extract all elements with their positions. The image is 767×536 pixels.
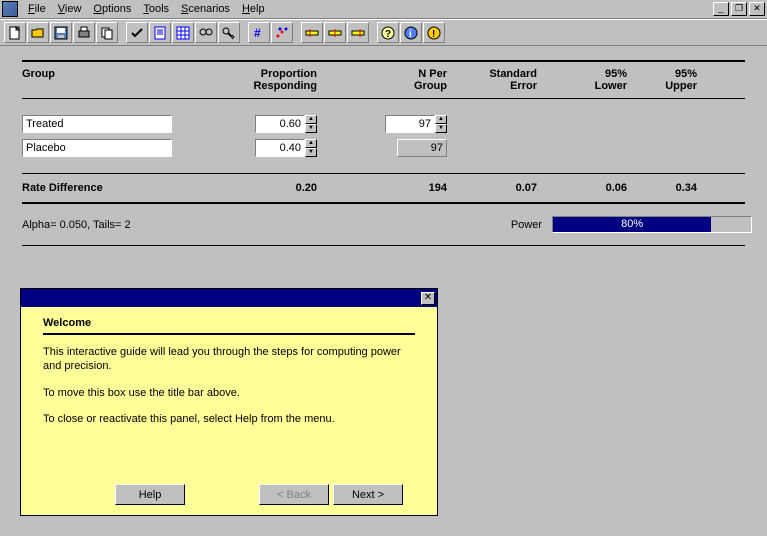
- col-nper: N PerGroup: [317, 68, 447, 92]
- welcome-panel: ✕ Welcome This interactive guide will le…: [20, 288, 438, 516]
- spin-down-icon[interactable]: ▼: [305, 124, 317, 133]
- copy-icon[interactable]: [96, 22, 118, 43]
- welcome-buttons: Help < Back Next >: [21, 484, 437, 505]
- hash-icon[interactable]: #: [248, 22, 270, 43]
- window-buttons: _ ❐ ✕: [711, 2, 765, 16]
- svg-text:?: ?: [385, 29, 391, 40]
- menu-tools[interactable]: Tools: [137, 1, 175, 17]
- svg-text:i: i: [409, 29, 412, 40]
- back-button[interactable]: < Back: [259, 484, 329, 505]
- welcome-titlebar[interactable]: ✕: [21, 289, 437, 307]
- data-table: Group ProportionResponding N PerGroup St…: [22, 60, 745, 246]
- proportion-spinner[interactable]: ▲▼: [305, 139, 317, 157]
- page-icon[interactable]: [149, 22, 171, 43]
- n-readonly: [397, 139, 447, 157]
- info-icon[interactable]: i: [400, 22, 422, 43]
- summary-row: Rate Difference 0.20 194 0.07 0.06 0.34: [22, 173, 745, 204]
- alpha-label: Alpha= 0.050, Tails= 2: [22, 219, 272, 231]
- spin-down-icon[interactable]: ▼: [435, 124, 447, 133]
- close-icon[interactable]: ✕: [421, 292, 435, 305]
- help-icon[interactable]: ?: [377, 22, 399, 43]
- restore-button[interactable]: ❐: [731, 2, 747, 16]
- group-name-input[interactable]: [22, 139, 172, 157]
- summary-upper: 0.34: [627, 182, 697, 194]
- table-row: ▲▼ ▲▼: [22, 115, 745, 133]
- n-spinner[interactable]: ▲▼: [435, 115, 447, 133]
- welcome-text: This interactive guide will lead you thr…: [43, 345, 415, 374]
- menu-bar: File View Options Tools Scenarios Help _…: [0, 0, 767, 19]
- new-icon[interactable]: [4, 22, 26, 43]
- col-upper: 95%Upper: [627, 68, 697, 92]
- table-row: ▲▼: [22, 139, 745, 157]
- alert-icon[interactable]: !: [423, 22, 445, 43]
- summary-n: 194: [317, 182, 447, 194]
- summary-stderr: 0.07: [447, 182, 537, 194]
- minimize-button[interactable]: _: [713, 2, 729, 16]
- menu-view[interactable]: View: [52, 1, 88, 17]
- spin-up-icon[interactable]: ▲: [305, 115, 317, 124]
- app-icon[interactable]: [2, 1, 18, 17]
- menu-file[interactable]: File: [22, 1, 52, 17]
- svg-text:#: #: [254, 26, 261, 40]
- table-header-row: Group ProportionResponding N PerGroup St…: [22, 60, 745, 99]
- summary-prop: 0.20: [197, 182, 317, 194]
- power-bar: 80%: [552, 216, 752, 233]
- range1-icon[interactable]: [301, 22, 323, 43]
- col-stderr: StandardError: [447, 68, 537, 92]
- proportion-spinner[interactable]: ▲▼: [305, 115, 317, 133]
- menu-help[interactable]: Help: [236, 1, 271, 17]
- power-value: 80%: [553, 217, 711, 232]
- menu-options[interactable]: Options: [87, 1, 137, 17]
- col-lower: 95%Lower: [537, 68, 627, 92]
- next-button[interactable]: Next >: [333, 484, 403, 505]
- find-icon[interactable]: [195, 22, 217, 43]
- power-label: Power: [492, 219, 552, 231]
- svg-text:!: !: [432, 29, 435, 40]
- summary-label: Rate Difference: [22, 182, 197, 194]
- grid-icon[interactable]: [172, 22, 194, 43]
- summary-lower: 0.06: [537, 182, 627, 194]
- welcome-text: To move this box use the title bar above…: [43, 386, 415, 400]
- check-icon[interactable]: [126, 22, 148, 43]
- col-proportion: ProportionResponding: [197, 68, 317, 92]
- save-icon[interactable]: [50, 22, 72, 43]
- close-button[interactable]: ✕: [749, 2, 765, 16]
- col-group: Group: [22, 68, 197, 92]
- spin-up-icon[interactable]: ▲: [305, 139, 317, 148]
- range3-icon[interactable]: [347, 22, 369, 43]
- proportion-input[interactable]: [255, 139, 305, 157]
- n-input[interactable]: [385, 115, 435, 133]
- open-icon[interactable]: [27, 22, 49, 43]
- welcome-text: To close or reactivate this panel, selec…: [43, 412, 415, 426]
- scatter-icon[interactable]: [271, 22, 293, 43]
- toolbar: # ? i !: [0, 19, 767, 46]
- spin-up-icon[interactable]: ▲: [435, 115, 447, 124]
- proportion-input[interactable]: [255, 115, 305, 133]
- print-icon[interactable]: [73, 22, 95, 43]
- goto-icon[interactable]: [218, 22, 240, 43]
- welcome-heading: Welcome: [43, 317, 415, 335]
- spin-down-icon[interactable]: ▼: [305, 148, 317, 157]
- group-name-input[interactable]: [22, 115, 172, 133]
- footer-row: Alpha= 0.050, Tails= 2 Power 80%: [22, 204, 745, 246]
- range2-icon[interactable]: [324, 22, 346, 43]
- menu-scenarios[interactable]: Scenarios: [175, 1, 236, 17]
- help-button[interactable]: Help: [115, 484, 185, 505]
